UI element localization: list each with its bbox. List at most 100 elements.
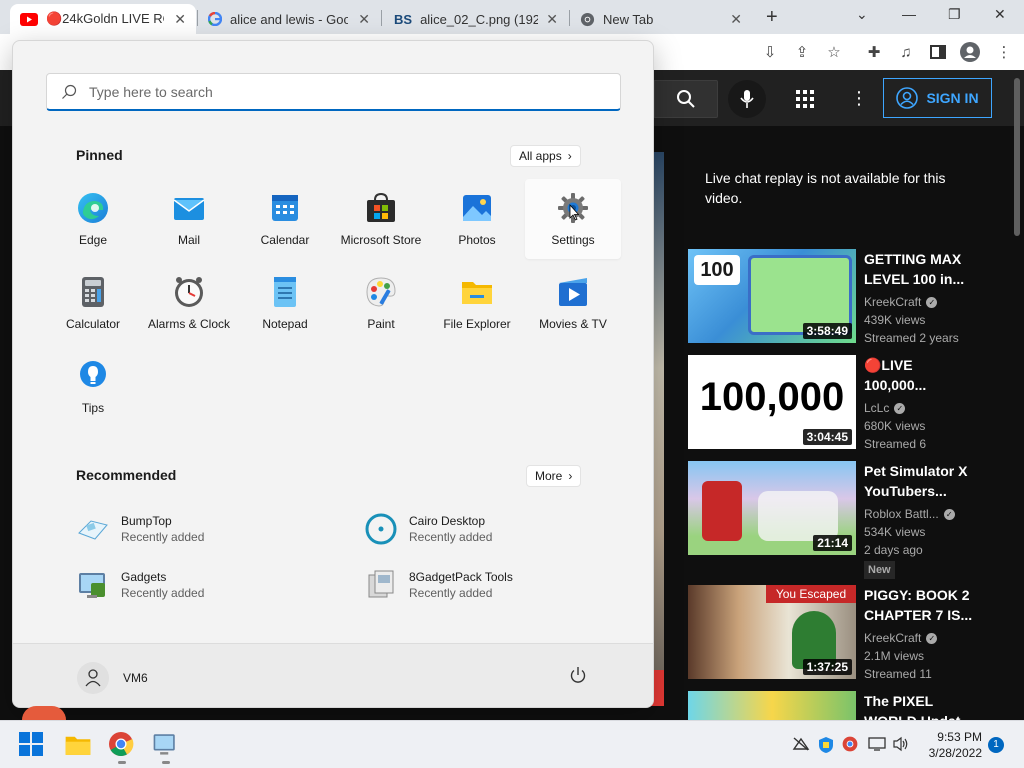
- video-player-edge[interactable]: [654, 152, 664, 692]
- new-tab-button[interactable]: +: [766, 6, 778, 29]
- user-icon: [85, 669, 101, 687]
- recommended-item-8gadgetpack-tools[interactable]: 8GadgetPack Tools Recently added: [365, 569, 513, 601]
- scrollbar-thumb[interactable]: [1014, 78, 1020, 236]
- clock-date: 3/28/2022: [928, 746, 982, 760]
- chevron-right-icon: ›: [567, 149, 572, 163]
- verified-icon: ✓: [894, 402, 906, 414]
- extensions-icon[interactable]: ✚: [864, 42, 884, 62]
- pinned-app-mail[interactable]: Mail: [141, 179, 237, 259]
- bookmark-star-icon[interactable]: ☆: [824, 42, 844, 62]
- close-window-button[interactable]: ✕: [994, 6, 1006, 23]
- pinned-app-microsoft-store[interactable]: Microsoft Store: [333, 179, 429, 259]
- channel-name[interactable]: KreekCraft: [864, 293, 921, 311]
- taskbar-chrome[interactable]: [108, 731, 136, 764]
- pinned-app-calculator[interactable]: Calculator: [45, 263, 141, 343]
- security-shield-icon[interactable]: [818, 736, 834, 759]
- start-button[interactable]: [18, 731, 46, 759]
- pinned-app-settings[interactable]: Settings: [525, 179, 621, 259]
- media-control-icon[interactable]: ♫: [896, 42, 916, 62]
- recommended-sub: Recently added: [121, 530, 205, 544]
- apps-grid-icon[interactable]: [796, 90, 814, 113]
- edge-icon: [78, 193, 108, 223]
- tab-search-chevron-icon[interactable]: ⌄: [856, 6, 868, 23]
- tab-new-tab[interactable]: New Tab ✕: [570, 4, 752, 34]
- video-meta: KreekCraft ✓ 2.1M views Streamed 11: [864, 629, 938, 683]
- more-button[interactable]: More ›: [526, 465, 582, 487]
- video-thumbnail[interactable]: [688, 691, 856, 720]
- minimize-button[interactable]: —: [902, 6, 916, 22]
- recommended-video[interactable]: 21:14 Pet Simulator X YouTubers... Roblo…: [688, 461, 988, 579]
- volume-icon[interactable]: [892, 736, 910, 757]
- tab-youtube[interactable]: 🔴24kGoldn LIVE ROBLOX ✕: [10, 4, 196, 34]
- youtube-icon: [20, 12, 38, 26]
- video-title[interactable]: PIGGY: BOOK 2 CHAPTER 7 IS...: [864, 585, 974, 625]
- video-title[interactable]: Pet Simulator X YouTubers...: [864, 461, 974, 501]
- video-title[interactable]: The PIXEL WORLD Updat...: [864, 691, 974, 720]
- pinned-app-alarms-clock[interactable]: Alarms & Clock: [141, 263, 237, 343]
- video-title[interactable]: 🔴LIVE 100,000...: [864, 355, 974, 395]
- recommended-item-cairo-desktop[interactable]: Cairo Desktop Recently added: [365, 513, 492, 545]
- menu-kebab-icon[interactable]: ⋮: [994, 42, 1014, 62]
- pinned-app-notepad[interactable]: Notepad: [237, 263, 333, 343]
- youtube-search-button[interactable]: [654, 80, 718, 118]
- pinned-app-file-explorer[interactable]: File Explorer: [429, 263, 525, 343]
- side-panel-icon[interactable]: [928, 42, 948, 62]
- recommended-video[interactable]: The PIXEL WORLD Updat...: [688, 691, 988, 720]
- video-thumbnail[interactable]: You Escaped 1:37:25: [688, 585, 856, 679]
- clock-time: 9:53 PM: [937, 730, 982, 744]
- close-icon[interactable]: ✕: [358, 11, 370, 28]
- microphone-icon: [740, 90, 754, 108]
- taskbar-gadgets[interactable]: [152, 731, 180, 764]
- app-label: Paint: [367, 317, 395, 331]
- recommended-heading: Recommended: [76, 467, 177, 483]
- video-thumbnail[interactable]: 21:14: [688, 461, 856, 555]
- share-icon[interactable]: ⇪: [792, 42, 812, 62]
- video-thumbnail[interactable]: 100 3:58:49: [688, 249, 856, 343]
- display-icon[interactable]: [868, 736, 886, 757]
- voice-search-button[interactable]: [728, 80, 766, 118]
- user-account-button[interactable]: VM6: [77, 662, 148, 694]
- chrome-tray-icon[interactable]: [842, 736, 858, 757]
- pinned-app-movies-tv[interactable]: Movies & TV: [525, 263, 621, 343]
- restore-button[interactable]: ❐: [948, 6, 961, 23]
- pinned-app-tips[interactable]: Tips: [45, 347, 141, 427]
- system-clock[interactable]: 9:53 PM 3/28/2022: [920, 729, 982, 761]
- install-icon[interactable]: ⇩: [760, 42, 780, 62]
- power-button[interactable]: [569, 666, 587, 689]
- pinned-app-calendar[interactable]: Calendar: [237, 179, 333, 259]
- gadgets-icon: [153, 734, 175, 755]
- recommended-item-bumptop[interactable]: BumpTop Recently added: [77, 513, 204, 545]
- app-label: Alarms & Clock: [147, 317, 230, 331]
- profile-icon[interactable]: [960, 42, 980, 62]
- all-apps-button[interactable]: All apps ›: [510, 145, 581, 167]
- close-icon[interactable]: ✕: [546, 11, 558, 28]
- pinned-app-photos[interactable]: Photos: [429, 179, 525, 259]
- notification-badge[interactable]: 1: [988, 737, 1004, 753]
- tab-image[interactable]: BS alice_02_C.png (1920× ✕: [384, 4, 568, 34]
- pinned-app-paint[interactable]: Paint: [333, 263, 429, 343]
- bs-icon: BS: [394, 11, 413, 27]
- taskbar-file-explorer[interactable]: [64, 731, 92, 759]
- settings-kebab-icon[interactable]: ⋮: [850, 88, 868, 109]
- view-count: 2.1M views: [864, 649, 925, 663]
- pinned-app-edge[interactable]: Edge: [45, 179, 141, 259]
- app-label: Calendar: [260, 233, 310, 247]
- tab-separator: [381, 10, 382, 26]
- close-icon[interactable]: ✕: [730, 11, 742, 28]
- recommended-video[interactable]: 100 3:58:49 GETTING MAX LEVEL 100 in... …: [688, 249, 988, 345]
- power-icon: [570, 667, 586, 683]
- app-label: Tips: [81, 401, 105, 415]
- video-title[interactable]: GETTING MAX LEVEL 100 in...: [864, 249, 974, 289]
- tab-google[interactable]: alice and lewis - Google ✕: [198, 4, 380, 34]
- network-off-icon[interactable]: [792, 736, 810, 757]
- close-icon[interactable]: ✕: [174, 11, 186, 28]
- start-search-input[interactable]: Type here to search: [46, 73, 621, 111]
- recommended-video[interactable]: 100,000 3:04:45 🔴LIVE 100,000... LcLc ✓ 6…: [688, 355, 988, 451]
- channel-name[interactable]: KreekCraft: [864, 629, 921, 647]
- recommended-video[interactable]: You Escaped 1:37:25 PIGGY: BOOK 2 CHAPTE…: [688, 585, 988, 681]
- recommended-item-gadgets[interactable]: Gadgets Recently added: [77, 569, 204, 601]
- video-thumbnail[interactable]: 100,000 3:04:45: [688, 355, 856, 449]
- sign-in-button[interactable]: SIGN IN: [883, 78, 992, 118]
- channel-name[interactable]: Roblox Battl...: [864, 505, 939, 523]
- channel-name[interactable]: LcLc: [864, 399, 889, 417]
